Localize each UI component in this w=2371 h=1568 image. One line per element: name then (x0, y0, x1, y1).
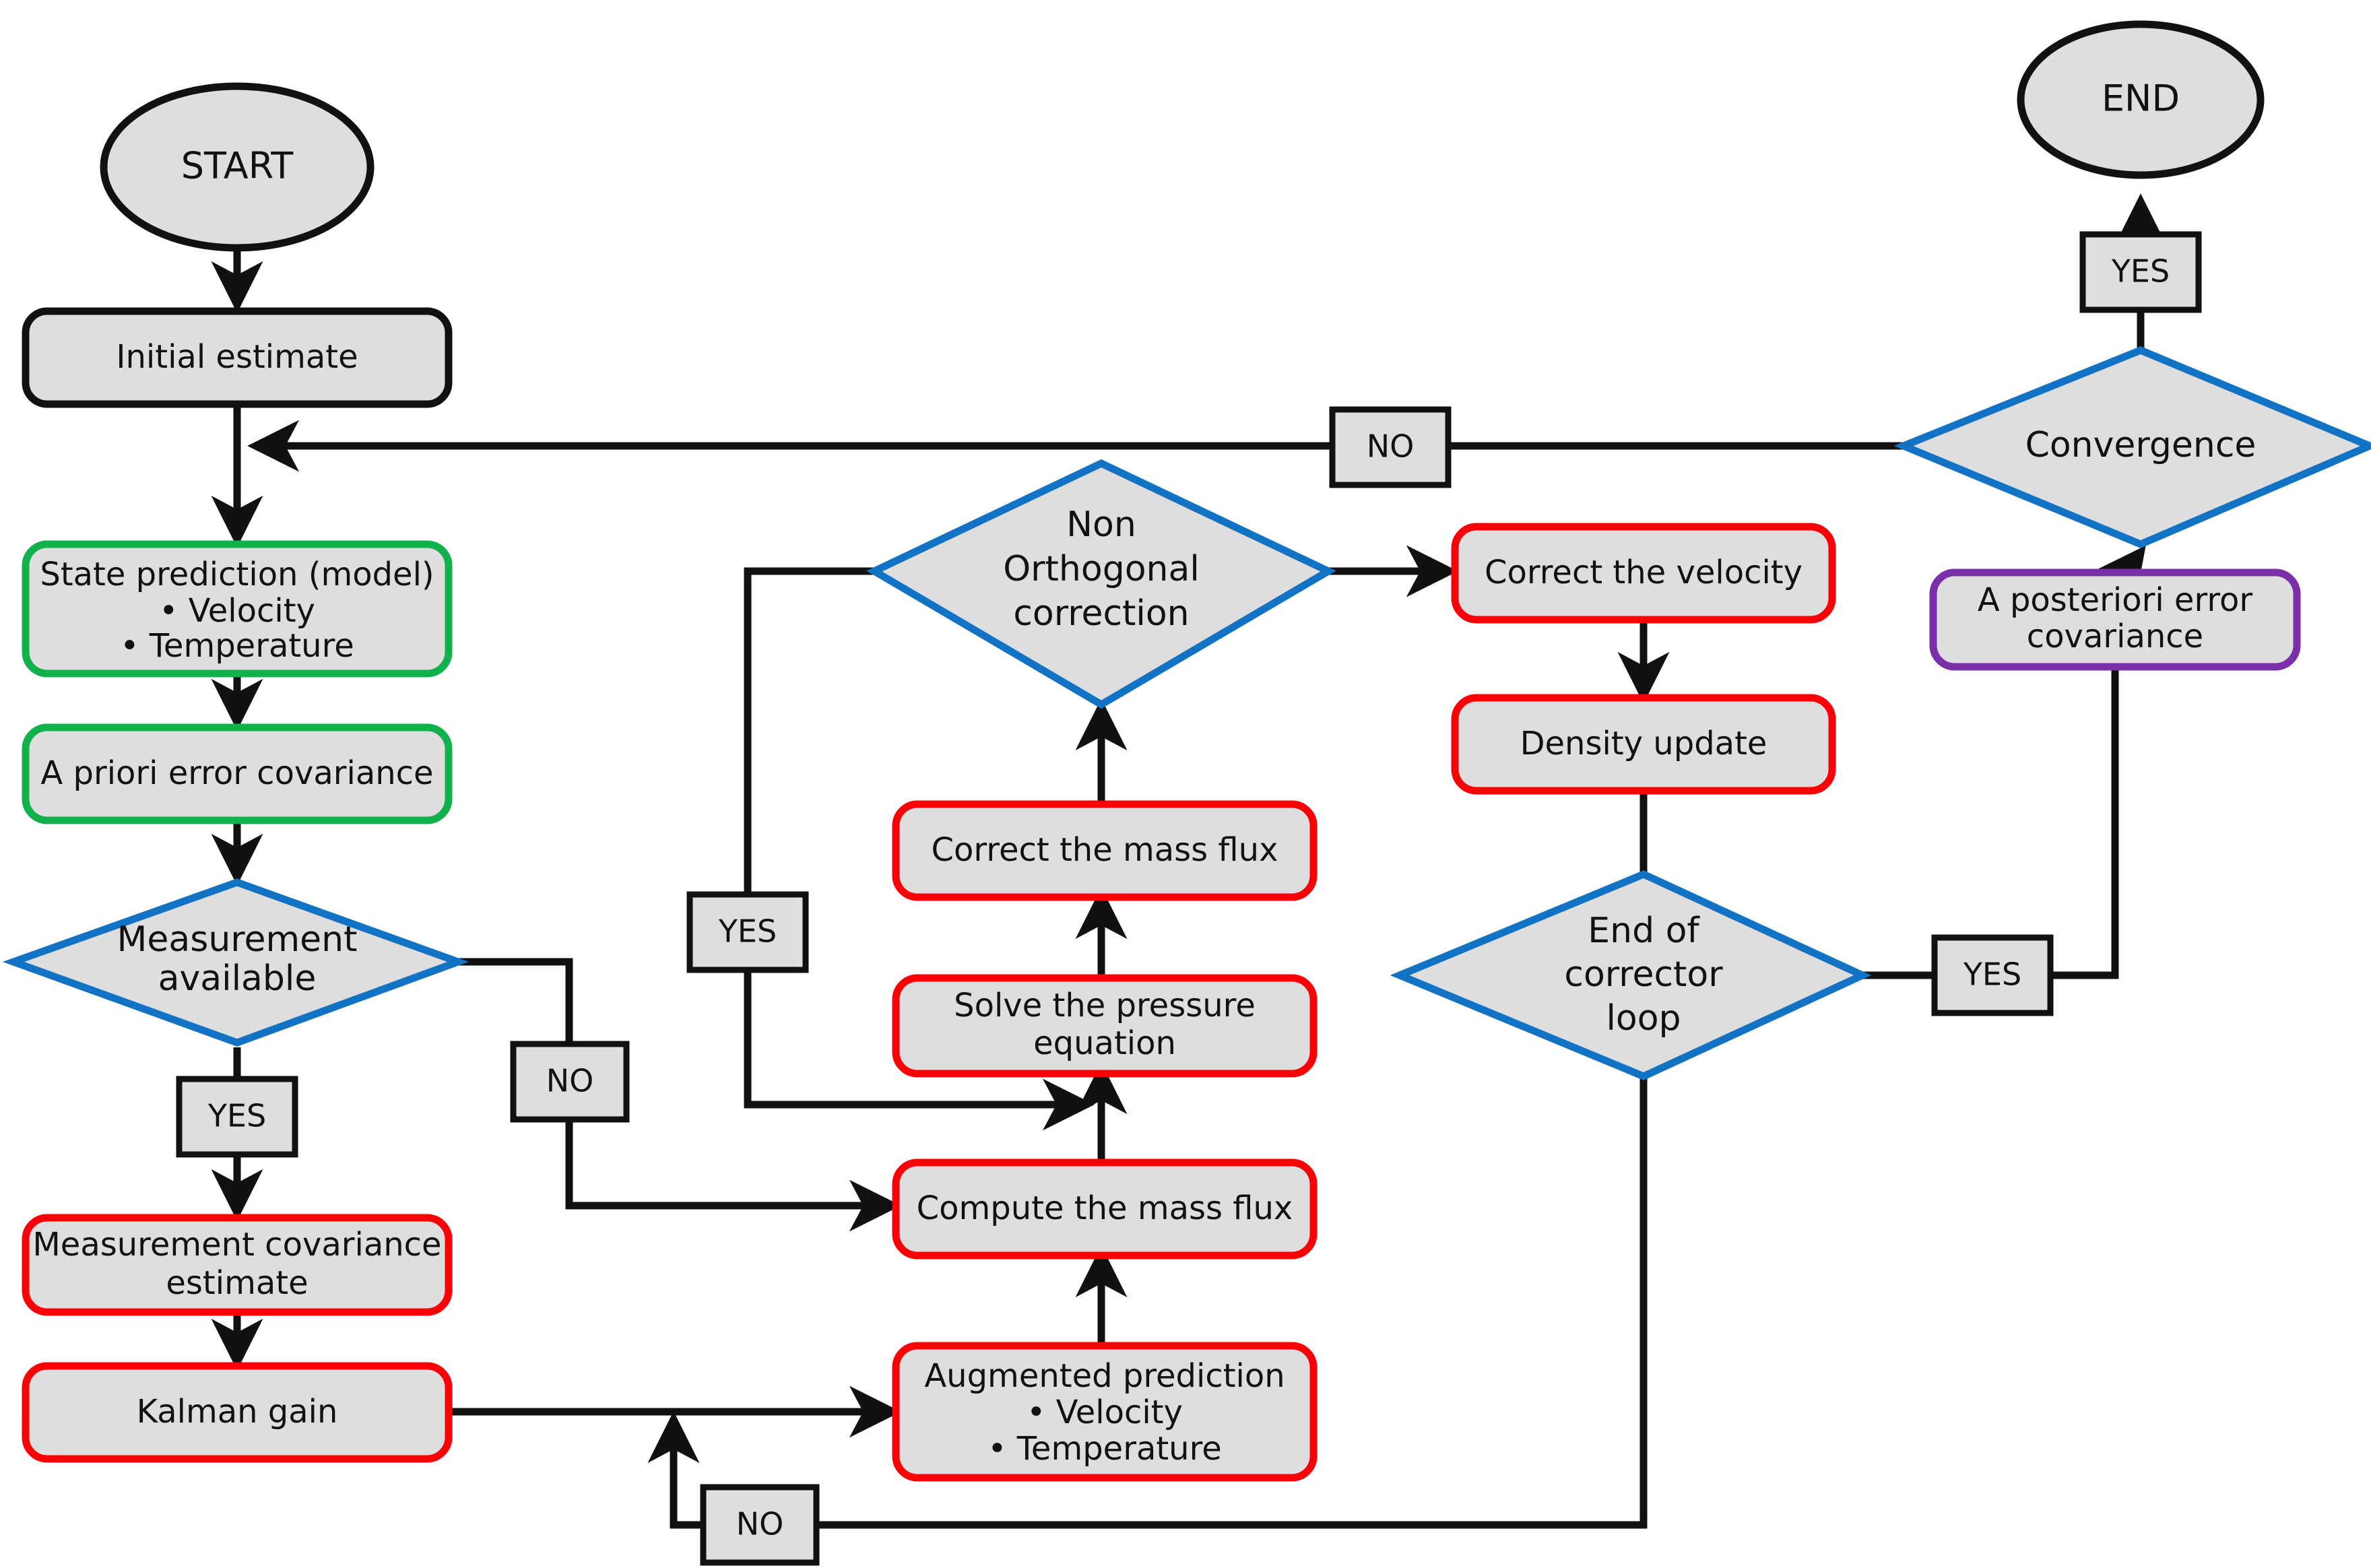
node-start[interactable]: START (100, 82, 375, 252)
solve-pressure-line1: Solve the pressure (954, 987, 1256, 1024)
end-corrector-loop-line1: End of (1588, 911, 1700, 951)
node-augmented-prediction[interactable]: Augmented prediction • Velocity • Temper… (892, 1342, 1318, 1482)
node-compute-the-mass-flux[interactable]: Compute the mass flux (892, 1158, 1318, 1260)
non-orthogonal-line3: correction (1013, 593, 1189, 634)
compute-mass-flux-label: Compute the mass flux (917, 1189, 1293, 1227)
node-end-of-corrector-loop[interactable]: End of corrector loop (1390, 870, 1872, 1081)
non-orthogonal-line2: Orthogonal (1003, 549, 1200, 589)
measurement-yes-label: YES (207, 1098, 266, 1134)
augmented-prediction-bullet-velocity: • Velocity (1027, 1394, 1183, 1431)
node-a-posteriori-error-covariance[interactable]: A posteriori error covariance (1929, 568, 2301, 671)
measurement-available-line2: available (158, 958, 317, 999)
edge-label-non-orthogonal-yes: YES (686, 891, 809, 973)
end-label: END (2102, 77, 2180, 120)
node-initial-estimate[interactable]: Initial estimate (22, 307, 453, 408)
non-orthogonal-line1: Non (1066, 504, 1136, 545)
node-convergence[interactable]: Convergence (1893, 346, 2371, 548)
edge-label-measurement-yes: YES (176, 1076, 298, 1158)
flowchart-svg: START Initial estimate State prediction … (2, 20, 2371, 1566)
node-measurement-available[interactable]: Measurement available (2, 878, 469, 1047)
node-correct-the-velocity[interactable]: Correct the velocity (1451, 523, 1836, 624)
non-orthogonal-yes-label: YES (718, 913, 777, 950)
measurement-no-label: NO (546, 1063, 594, 1099)
node-solve-the-pressure-equation[interactable]: Solve the pressure equation (892, 974, 1318, 1078)
flowchart-canvas: START Initial estimate State prediction … (0, 0, 2371, 1568)
density-update-label: Density update (1520, 725, 1767, 762)
start-label: START (181, 145, 294, 187)
correct-mass-flux-label: Correct the mass flux (932, 831, 1278, 869)
a-posteriori-line2: covariance (2027, 618, 2203, 655)
augmented-prediction-label: Augmented prediction (924, 1357, 1285, 1395)
edge-label-measurement-no: NO (510, 1041, 630, 1123)
edge-label-corrector-loop-yes: YES (1931, 934, 2054, 1016)
state-prediction-bullet-velocity: • Velocity (159, 592, 315, 630)
edge-corrector-loop-yes-to-a-posteriori (1860, 647, 2119, 979)
end-corrector-loop-line3: loop (1606, 998, 1681, 1039)
kalman-gain-label: Kalman gain (137, 1393, 338, 1431)
solve-pressure-line2: equation (1033, 1024, 1176, 1062)
measurement-covariance-line2: estimate (166, 1264, 308, 1302)
edge-label-corrector-loop-no: NO (700, 1484, 820, 1566)
edge-label-convergence-yes: YES (2079, 231, 2202, 313)
correct-velocity-label: Correct the velocity (1485, 554, 1802, 591)
a-priori-label: A priori error covariance (40, 754, 433, 792)
node-correct-the-mass-flux[interactable]: Correct the mass flux (892, 800, 1318, 901)
node-measurement-covariance-estimate[interactable]: Measurement covariance estimate (22, 1214, 453, 1316)
end-corrector-loop-line2: corrector (1564, 954, 1723, 995)
convergence-no-label: NO (1367, 428, 1415, 465)
state-prediction-label: State prediction (model) (40, 556, 434, 593)
convergence-label: Convergence (2025, 425, 2256, 465)
measurement-available-line1: Measurement (117, 919, 358, 960)
node-density-update[interactable]: Density update (1451, 694, 1836, 795)
corrector-loop-no-label: NO (736, 1506, 784, 1542)
node-non-orthogonal-correction[interactable]: Non Orthogonal correction (866, 459, 1336, 709)
node-state-prediction[interactable]: State prediction (model) • Velocity • Te… (22, 540, 453, 678)
edge-label-convergence-no: NO (1329, 406, 1452, 488)
initial-estimate-label: Initial estimate (116, 338, 358, 376)
a-posteriori-line1: A posteriori error (1978, 581, 2253, 619)
corrector-loop-yes-label: YES (1963, 956, 2021, 993)
augmented-prediction-bullet-temperature: • Temperature (987, 1430, 1222, 1468)
node-kalman-gain[interactable]: Kalman gain (22, 1362, 453, 1463)
convergence-yes-label: YES (2111, 253, 2170, 290)
node-a-priori-error-covariance[interactable]: A priori error covariance (22, 723, 453, 824)
state-prediction-bullet-temperature: • Temperature (120, 627, 354, 665)
node-end[interactable]: END (2017, 20, 2265, 179)
measurement-covariance-line1: Measurement covariance (32, 1226, 441, 1264)
